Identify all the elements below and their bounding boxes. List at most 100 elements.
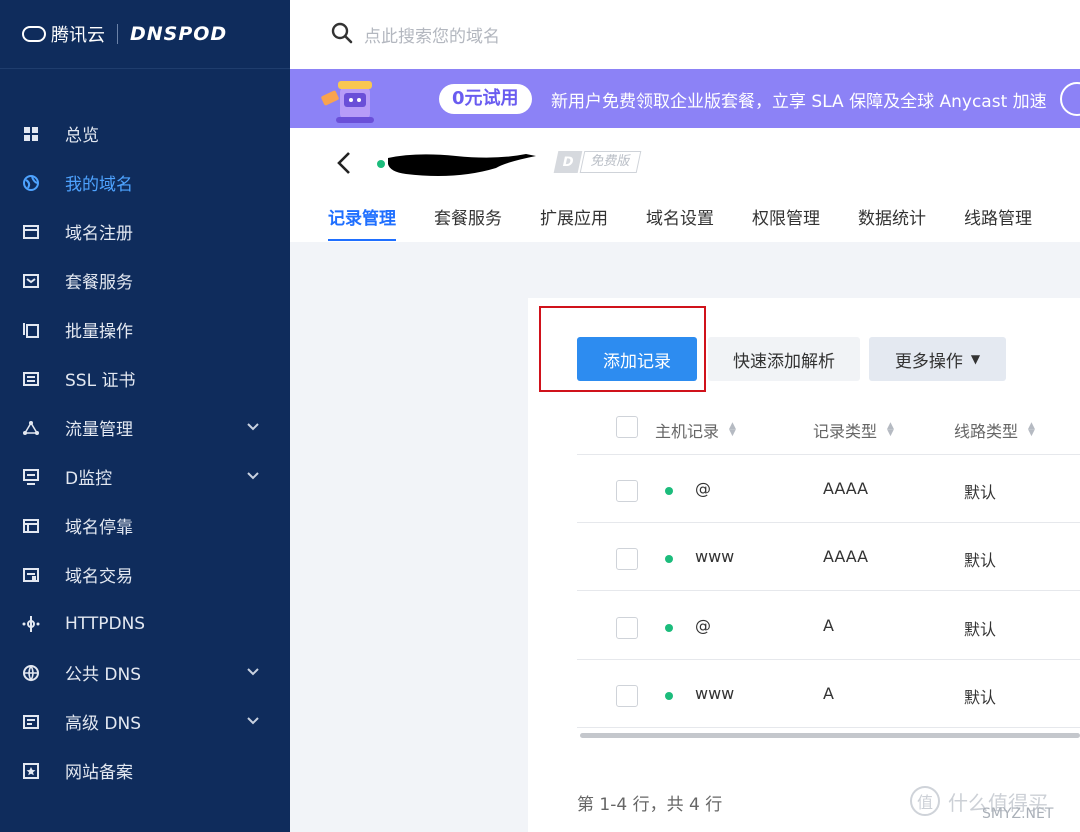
tab-6[interactable]: 线路管理 <box>964 204 1032 239</box>
sidebar: 腾讯云 DNSPOD 总览我的域名域名注册套餐服务批量操作 SSL 证书流量管理 D… <box>0 0 290 832</box>
more-actions-label: 更多操作 <box>894 351 963 372</box>
quick-add-button[interactable]: 快速添加解析 <box>708 337 860 381</box>
sidebar-item-label: 域名交易 <box>65 567 133 587</box>
sidebar-item-8[interactable]: 域名停靠 <box>0 501 290 550</box>
host-cell: @ <box>695 616 711 635</box>
sidebar-item-9[interactable]: 域名交易 <box>0 550 290 599</box>
sidebar-item-3[interactable]: 套餐服务 <box>0 256 290 305</box>
sidebar-item-label: 批量操作 <box>65 322 133 342</box>
table-header: 主机记录 ▲ ▼ 记录类型 ▲ ▼ 线路类型 ▲ ▼ <box>577 410 1080 455</box>
brand-divider <box>117 24 118 44</box>
register-icon <box>22 223 40 241</box>
host-cell: www <box>695 684 735 703</box>
type-cell: A <box>823 616 834 635</box>
sidebar-item-label: 域名停靠 <box>65 518 133 538</box>
column-type-label: 记录类型 <box>813 422 878 441</box>
line-cell: 默认 <box>964 483 997 502</box>
horizontal-scrollbar[interactable] <box>580 733 1080 738</box>
gift-illustration-icon <box>321 81 374 123</box>
public-dns-icon <box>22 664 40 682</box>
host-cell: www <box>695 547 735 566</box>
sidebar-item-6[interactable]: 流量管理 <box>0 403 290 452</box>
tab-1[interactable]: 套餐服务 <box>434 204 502 239</box>
table-row[interactable]: www A 默认 <box>577 660 1080 728</box>
brand-logo[interactable]: 腾讯云 DNSPOD <box>0 0 290 69</box>
sidebar-item-11[interactable]: 公共 DNS <box>0 648 290 697</box>
row-checkbox[interactable] <box>616 685 638 707</box>
column-type[interactable]: 记录类型 ▲ ▼ <box>813 418 894 442</box>
tab-0[interactable]: 记录管理 <box>328 204 396 241</box>
sidebar-item-12[interactable]: 高级 DNS <box>0 697 290 746</box>
status-dot-icon <box>665 487 673 495</box>
sidebar-item-label: 网站备案 <box>65 763 133 783</box>
table-row[interactable]: @ AAAA 默认 <box>577 455 1080 523</box>
trial-badge[interactable]: 0元试用 <box>439 84 532 114</box>
search-input[interactable]: 点此搜索您的域名 <box>364 22 500 47</box>
tab-3[interactable]: 域名设置 <box>646 204 714 239</box>
status-dot-icon <box>665 555 673 563</box>
column-line[interactable]: 线路类型 ▲ ▼ <box>954 418 1035 442</box>
line-cell: 默认 <box>964 688 997 707</box>
sidebar-nav: 总览我的域名域名注册套餐服务批量操作 SSL 证书流量管理 D监控域名停靠域名交易 H… <box>0 109 290 795</box>
status-dot-icon <box>665 692 673 700</box>
row-checkbox[interactable] <box>616 480 638 502</box>
sidebar-item-1[interactable]: 我的域名 <box>0 158 290 207</box>
table-row[interactable]: www AAAA 默认 <box>577 523 1080 591</box>
cloud-logo-icon <box>22 26 46 42</box>
banner-text: 新用户免费领取企业版套餐，立享 SLA 保障及全球 Anycast 加速 <box>551 92 1047 112</box>
sort-icon[interactable]: ▲ ▼ <box>729 422 736 438</box>
domain-header: D 免费版 记录管理 套餐服务 扩展应用 域名设置 权限管理 数据统计 线路管理 <box>290 128 1080 242</box>
sidebar-item-7[interactable]: D监控 <box>0 452 290 501</box>
sidebar-item-0[interactable]: 总览 <box>0 109 290 158</box>
sidebar-item-label: 域名注册 <box>65 224 133 244</box>
chevron-down-icon[interactable] <box>246 714 260 728</box>
sidebar-item-label: HTTPDNS <box>65 613 146 634</box>
type-cell: AAAA <box>823 479 869 498</box>
sidebar-item-4[interactable]: 批量操作 <box>0 305 290 354</box>
sidebar-item-label: D监控 <box>65 469 113 489</box>
sidebar-item-label: 流量管理 <box>65 420 133 440</box>
row-checkbox[interactable] <box>616 548 638 570</box>
sidebar-item-5[interactable]: SSL 证书 <box>0 354 290 403</box>
monitor-icon <box>22 468 40 486</box>
column-host-label: 主机记录 <box>655 422 720 441</box>
sidebar-item-10[interactable]: HTTPDNS <box>0 599 290 648</box>
globe-icon <box>22 174 40 192</box>
sort-icon[interactable]: ▲ ▼ <box>887 422 894 438</box>
tab-4[interactable]: 权限管理 <box>752 204 820 239</box>
pagination-summary: 第 1-4 行，共 4 行 <box>577 795 723 815</box>
chevron-down-icon[interactable] <box>246 420 260 434</box>
filing-icon <box>22 762 40 780</box>
chevron-down-icon[interactable] <box>246 469 260 483</box>
free-plan-badge: D 免费版 <box>553 150 642 174</box>
column-host[interactable]: 主机记录 ▲ ▼ <box>655 418 736 442</box>
dashboard-icon <box>22 125 40 143</box>
host-cell: @ <box>695 479 711 498</box>
table-row[interactable]: @ A 默认 <box>577 592 1080 660</box>
certificate-icon <box>22 370 40 388</box>
column-line-label: 线路类型 <box>954 422 1019 441</box>
select-all-checkbox[interactable] <box>616 416 638 438</box>
sidebar-item-13[interactable]: 网站备案 <box>0 746 290 795</box>
more-actions-button[interactable]: 更多操作 ▼ <box>869 337 1006 381</box>
httpdns-icon <box>22 615 40 633</box>
watermark-logo-icon: 值 <box>910 786 940 816</box>
watermark-site: SMYZ.NET <box>982 806 1054 822</box>
top-search-bar[interactable]: 点此搜索您的域名 <box>290 0 1080 69</box>
add-record-button[interactable]: 添加记录 <box>577 337 697 381</box>
sort-icon[interactable]: ▲ ▼ <box>1028 422 1035 438</box>
back-arrow-icon[interactable] <box>334 150 354 176</box>
sidebar-item-label: 我的域名 <box>65 175 133 195</box>
sidebar-item-2[interactable]: 域名注册 <box>0 207 290 256</box>
chevron-down-icon[interactable] <box>246 665 260 679</box>
status-dot-icon <box>665 624 673 632</box>
tab-2[interactable]: 扩展应用 <box>540 204 608 239</box>
sidebar-item-label: 高级 DNS <box>65 714 142 734</box>
row-checkbox[interactable] <box>616 617 638 639</box>
brand-name-cn: 腾讯云 <box>51 25 105 46</box>
tab-5[interactable]: 数据统计 <box>858 204 926 239</box>
banner-close-icon[interactable] <box>1060 82 1080 116</box>
sidebar-item-label: 公共 DNS <box>65 665 142 685</box>
search-icon[interactable] <box>330 21 354 49</box>
promo-banner[interactable]: 0元试用 新用户免费领取企业版套餐，立享 SLA 保障及全球 Anycast 加… <box>290 69 1080 128</box>
